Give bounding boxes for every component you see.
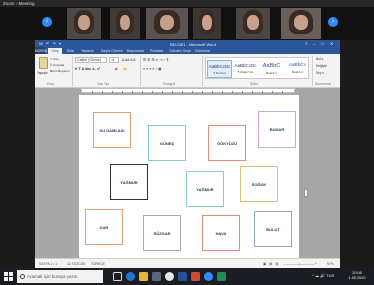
word-card[interactable]: HAVA bbox=[202, 215, 240, 251]
word-card[interactable]: GÖKYÜZÜ bbox=[208, 125, 246, 161]
group-font-label: Yazı Tipi bbox=[97, 82, 109, 86]
language-indicator[interactable]: TÜRKÇE bbox=[91, 262, 105, 266]
group-paragraph-label: Paragraf bbox=[163, 82, 176, 86]
word-title-bar: W ↶ ↷ ▾ BELGE1 - Microsoft Word ? – □ ✕ bbox=[35, 40, 340, 47]
word-card[interactable]: RÜZGAR bbox=[143, 215, 181, 251]
ribbon-home: Yapıştır ✂ Kes ⎘ Kopyala Biçim Boyacısı … bbox=[35, 54, 340, 88]
tab-layout[interactable]: Sayfa Düzeni bbox=[101, 49, 122, 53]
style-no-spacing[interactable]: AaBbCcDc ¶ Aralık Yok bbox=[233, 60, 258, 78]
font-size-buttons[interactable]: A Aa A A bbox=[122, 58, 136, 62]
find-button[interactable]: Bul ▾ bbox=[316, 57, 323, 61]
document-page[interactable]: SU DAMLASI GÜNEŞ GÖKYÜZÜ BUHAR YAĞMUR YA… bbox=[79, 95, 299, 268]
scroll-handle[interactable] bbox=[304, 189, 308, 197]
participant-tile[interactable] bbox=[146, 8, 188, 39]
select-button[interactable]: Seç ▾ bbox=[316, 71, 324, 75]
quick-access-toolbar[interactable]: W ↶ ↷ ▾ bbox=[39, 41, 62, 46]
word-card[interactable]: BULUT bbox=[254, 211, 292, 247]
windows-start-icon[interactable] bbox=[4, 272, 13, 281]
participant-tile[interactable] bbox=[110, 8, 140, 39]
clock-date: 1.05.2020 bbox=[348, 276, 366, 280]
chrome-icon[interactable] bbox=[165, 272, 174, 281]
paragraph-list-buttons[interactable]: ☰ ☰ ☰ ⇤ ⇥ ↕ ¶ bbox=[143, 58, 168, 62]
previous-page-button[interactable]: ‹ bbox=[42, 17, 52, 27]
word-card[interactable]: YAĞMUR bbox=[110, 164, 148, 200]
tab-references[interactable]: Başvurular bbox=[127, 49, 144, 53]
format-painter-button[interactable]: Biçim Boyacısı bbox=[50, 69, 70, 73]
status-bar: SAYFA 1 / 1 11 SÖZCÜK TÜRKÇE ▣ ▤ ▥ – ———… bbox=[35, 258, 340, 268]
excel-icon[interactable] bbox=[217, 272, 226, 281]
word-icon[interactable] bbox=[178, 272, 187, 281]
participant-tile[interactable] bbox=[236, 8, 270, 39]
tab-view[interactable]: Görünüm bbox=[195, 49, 210, 53]
zoom-title: Zoom - Meeting bbox=[3, 1, 35, 6]
tab-review[interactable]: Gözden Geçir bbox=[169, 49, 191, 53]
replace-button[interactable]: Değiştir bbox=[316, 64, 327, 68]
participant-tile[interactable] bbox=[281, 8, 321, 39]
font-style-buttons[interactable]: K T A abc x₂ x² bbox=[75, 67, 100, 71]
taskbar-search-input[interactable]: Aramak için buraya yazın bbox=[17, 270, 103, 283]
zoom-title-bar: Zoom - Meeting bbox=[0, 0, 374, 7]
clipboard-icon[interactable] bbox=[39, 57, 48, 69]
store-icon[interactable] bbox=[152, 272, 161, 281]
style-heading-2[interactable]: AaBbCc Başlık 2 bbox=[285, 60, 310, 78]
group-styles-label: Stiller bbox=[250, 82, 258, 86]
next-page-button[interactable]: › bbox=[328, 17, 338, 27]
word-card[interactable]: KAR bbox=[85, 209, 123, 245]
style-heading-1[interactable]: AaBbC Başlık 1 bbox=[259, 60, 284, 78]
styles-gallery: AaBbCcDc ¶ Normal AaBbCcDc ¶ Aralık Yok … bbox=[205, 57, 309, 79]
task-view-icon[interactable] bbox=[113, 272, 122, 281]
tab-mailings[interactable]: Postalar bbox=[150, 49, 163, 53]
group-clipboard-label: Pano bbox=[47, 82, 55, 86]
tab-insert[interactable]: Ekle bbox=[67, 49, 74, 53]
powerpoint-icon[interactable] bbox=[191, 272, 200, 281]
system-tray[interactable]: ^ ☁ 🔊 TUR bbox=[312, 273, 334, 278]
zoom-level[interactable]: 97% bbox=[327, 262, 334, 266]
search-placeholder: Aramak için buraya yazın bbox=[27, 274, 78, 279]
word-count[interactable]: 11 SÖZCÜK bbox=[67, 262, 86, 266]
edge-icon[interactable] bbox=[126, 272, 135, 281]
group-editing-label: Düzenleme bbox=[315, 82, 332, 86]
help-button[interactable]: ? bbox=[305, 41, 307, 46]
search-icon bbox=[20, 273, 25, 279]
font-name-select[interactable]: Calibri (Gövde) bbox=[75, 57, 107, 63]
word-window: W ↶ ↷ ▾ BELGE1 - Microsoft Word ? – □ ✕ … bbox=[35, 40, 340, 268]
word-card[interactable]: YAĞMUR bbox=[186, 171, 224, 207]
font-size-select[interactable]: 11 bbox=[109, 57, 119, 63]
highlight-button[interactable]: ab bbox=[123, 67, 127, 71]
zoom-slider[interactable]: – ————|———— + bbox=[283, 262, 317, 266]
style-normal[interactable]: AaBbCcDc ¶ Normal bbox=[207, 60, 232, 78]
word-card[interactable]: BUHAR bbox=[258, 111, 296, 148]
maximize-button[interactable]: □ bbox=[321, 41, 323, 46]
ribbon-tabs: DOSYA Giriş Ekle Tasarım Sayfa Düzeni Ba… bbox=[35, 47, 340, 54]
minimize-button[interactable]: – bbox=[313, 41, 315, 46]
tab-file[interactable]: DOSYA bbox=[35, 47, 47, 54]
close-button[interactable]: ✕ bbox=[330, 41, 333, 46]
participant-tile[interactable] bbox=[67, 8, 101, 39]
view-buttons[interactable]: ▣ ▤ ▥ bbox=[263, 262, 280, 266]
participant-tile[interactable] bbox=[193, 8, 221, 39]
word-card[interactable]: GÜNEŞ bbox=[148, 125, 186, 161]
file-explorer-icon[interactable] bbox=[139, 272, 148, 281]
page-count[interactable]: SAYFA 1 / 1 bbox=[39, 262, 57, 266]
paste-button[interactable]: Yapıştır bbox=[37, 71, 48, 75]
horizontal-ruler[interactable] bbox=[81, 88, 295, 93]
word-card[interactable]: SOĞUK bbox=[240, 166, 278, 202]
word-card[interactable]: SU DAMLASI bbox=[93, 112, 131, 148]
zoom-icon[interactable] bbox=[204, 272, 213, 281]
cut-button[interactable]: ✂ Kes bbox=[50, 57, 59, 61]
document-title: BELGE1 - Microsoft Word bbox=[170, 41, 216, 47]
clock[interactable]: 20:08 1.05.2020 bbox=[347, 271, 367, 282]
copy-button[interactable]: ⎘ Kopyala bbox=[50, 63, 64, 67]
paragraph-align-buttons[interactable]: ≡ ≡ ≡ ≡ ↕ ▦ bbox=[143, 67, 162, 71]
taskbar: Aramak için buraya yazın ^ ☁ 🔊 TUR 20:08… bbox=[0, 268, 374, 285]
font-color-button[interactable]: A bbox=[115, 67, 118, 71]
tab-design[interactable]: Tasarım bbox=[81, 49, 94, 53]
